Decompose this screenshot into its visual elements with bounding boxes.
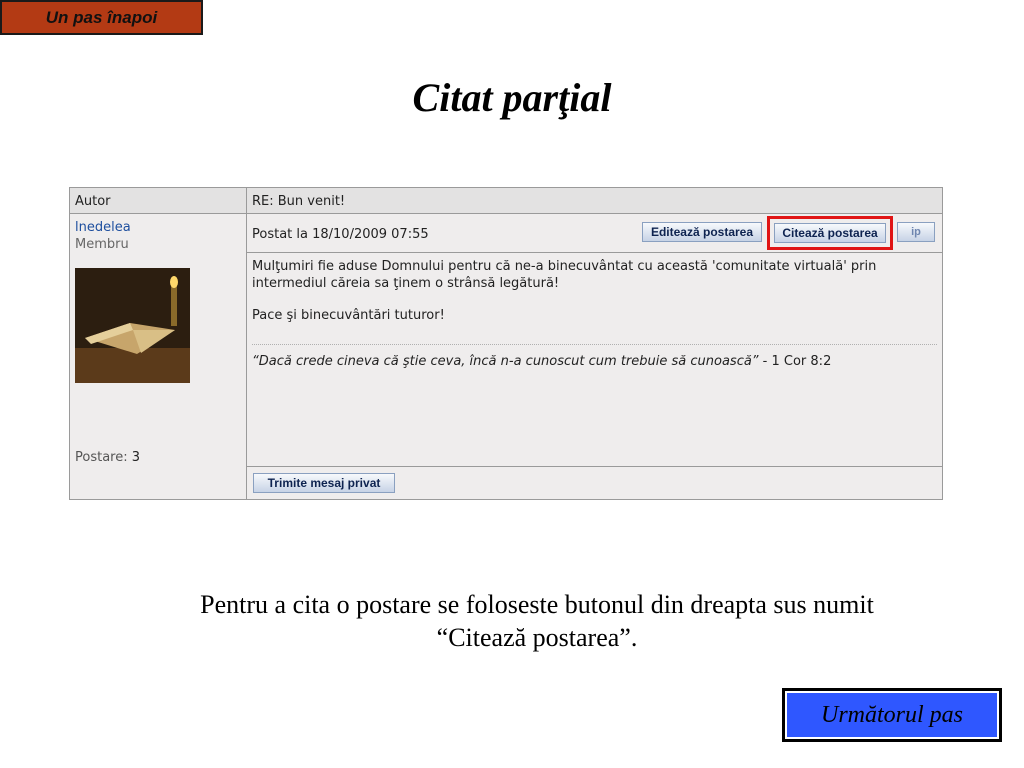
signature-quote: “Dacă crede cineva că ştie ceva, încă n-… — [252, 354, 759, 369]
post-count: Postare: 3 — [75, 450, 140, 465]
page-title: Citat parţial — [412, 75, 612, 120]
caption-line: “Citează postarea”. — [436, 623, 638, 652]
quote-highlight: Citează postarea — [767, 216, 893, 250]
author-role: Membru — [75, 237, 129, 252]
header-subject: RE: Bun venit! — [252, 194, 346, 209]
next-button[interactable]: Următorul pas — [782, 688, 1002, 742]
back-button[interactable]: Un pas înapoi — [0, 0, 203, 35]
signature: “Dacă crede cineva că ştie ceva, încă n-… — [252, 354, 831, 369]
post-body: Mulţumiri fie aduse Domnului pentru că n… — [252, 258, 937, 339]
quote-post-button[interactable]: Citează postarea — [774, 223, 886, 243]
post-footer-row: Trimite mesaj privat — [247, 466, 942, 501]
ip-button[interactable]: ip — [897, 222, 935, 242]
caption-line: Pentru a cita o postare se foloseste but… — [200, 590, 874, 619]
post-count-label: Postare: — [75, 450, 128, 465]
edit-post-button[interactable]: Editează postarea — [642, 222, 762, 242]
post-body-paragraph: Pace şi binecuvântări tuturor! — [252, 308, 445, 323]
post-meta-row: Postat la 18/10/2009 07:55 Editează post… — [247, 214, 942, 253]
avatar — [75, 268, 190, 383]
caption: Pentru a cita o postare se foloseste but… — [100, 588, 974, 654]
forum-post: Autor RE: Bun venit! lnedelea Membru Pos… — [69, 187, 943, 500]
post-date: Postat la 18/10/2009 07:55 — [252, 227, 429, 242]
post-count-value: 3 — [131, 450, 141, 465]
signature-reference: - 1 Cor 8:2 — [758, 354, 832, 369]
author-name-link[interactable]: lnedelea — [75, 220, 131, 235]
signature-separator — [252, 344, 937, 345]
header-author: Autor — [75, 194, 111, 209]
post-header-row: Autor RE: Bun venit! — [70, 188, 942, 214]
private-message-button[interactable]: Trimite mesaj privat — [253, 473, 395, 493]
post-body-paragraph: Mulţumiri fie aduse Domnului pentru că n… — [252, 259, 877, 291]
next-button-label: Următorul pas — [785, 691, 999, 739]
